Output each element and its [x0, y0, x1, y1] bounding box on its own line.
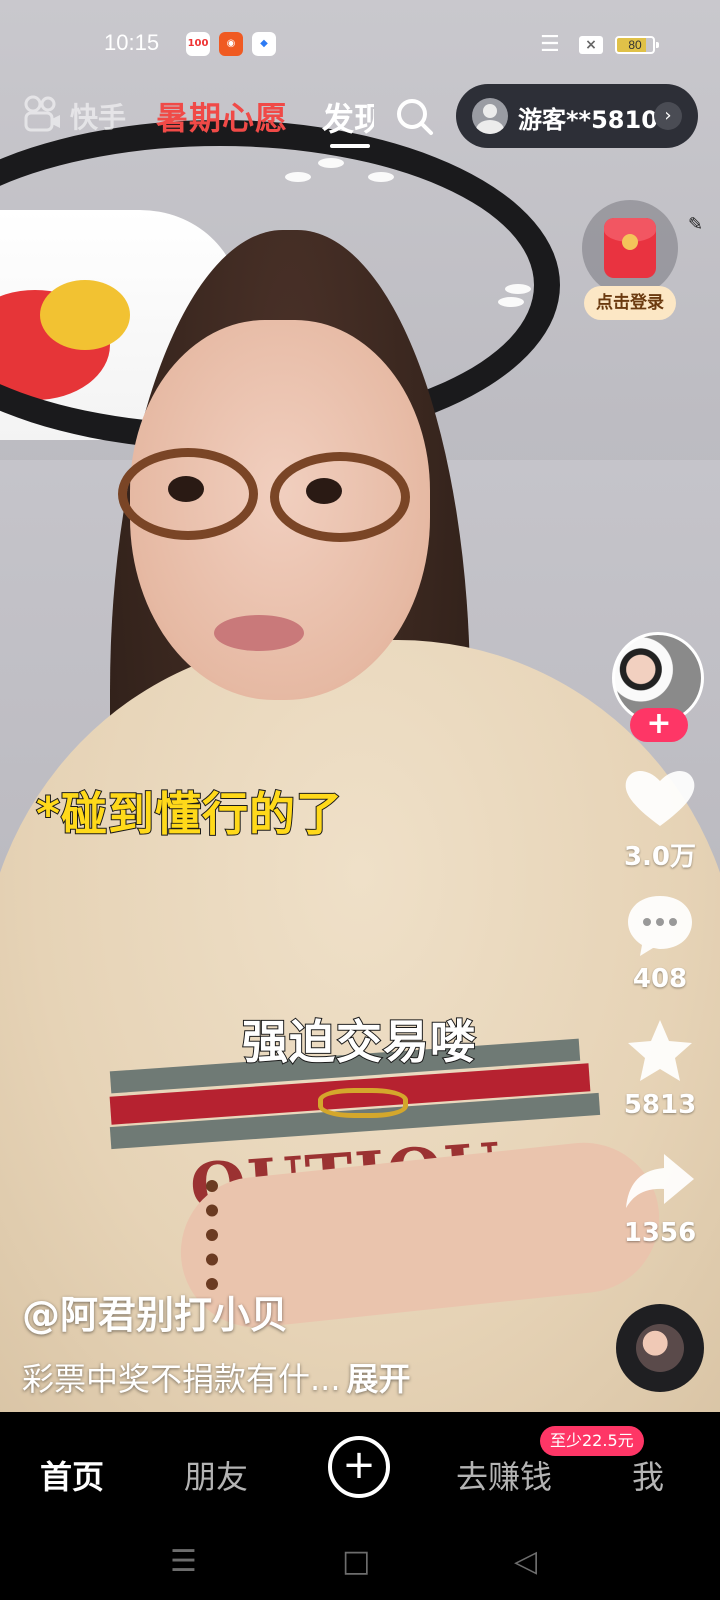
description-text: 彩票中奖不捐款有什... [22, 1360, 341, 1398]
guest-account-button[interactable]: 游客**5810 › [456, 84, 698, 148]
nav-friends[interactable]: 朋友 [184, 1452, 248, 1498]
home-square-icon[interactable]: □ [342, 1544, 370, 1579]
tab-summer-wish[interactable]: 暑期心愿 [156, 93, 288, 139]
search-icon[interactable] [394, 96, 434, 136]
author-name[interactable]: @阿君别打小贝 [22, 1284, 288, 1339]
no-sim-icon: × [579, 36, 603, 54]
person-lips [214, 615, 304, 651]
star-icon[interactable] [620, 1016, 700, 1086]
follow-button[interactable]: + [630, 708, 688, 742]
battery-icon: 80 [615, 36, 659, 54]
status-bar: 10:15 100 ◉ ◆ ☰ × 80 [0, 22, 720, 68]
tab-discover[interactable]: 发现 [322, 94, 374, 140]
bead-bracelet [206, 1180, 248, 1290]
expand-link[interactable]: 展开 [347, 1360, 411, 1398]
nav-home[interactable]: 首页 [40, 1452, 104, 1498]
nav-me[interactable]: 我 [632, 1452, 664, 1498]
pin-icon: ✎ [688, 214, 704, 235]
favorite-count: 5813 [623, 1090, 697, 1120]
back-triangle-icon[interactable]: ◁ [514, 1544, 537, 1579]
share-count: 1356 [623, 1218, 697, 1248]
video-caption-top: *碰到懂行的了 [35, 786, 344, 842]
100-app-icon: 100 [186, 32, 210, 56]
nav-earn[interactable]: 去赚钱 [456, 1452, 552, 1498]
glasses-lens [270, 452, 410, 542]
ceiling-lamp [368, 172, 394, 182]
video-description[interactable]: 彩票中奖不捐款有什... 展开 [22, 1354, 411, 1400]
kuaishou-logo-icon [24, 95, 60, 132]
comment-icon[interactable] [620, 890, 700, 960]
guest-name: 游客**5810 [518, 106, 658, 134]
heart-icon[interactable] [620, 764, 700, 834]
glasses-lens [118, 448, 258, 540]
create-button[interactable]: + [328, 1436, 390, 1498]
status-time: 10:15 [104, 30, 160, 55]
app-logo-text: 快手 [70, 101, 127, 134]
video-caption-mid: 强迫交易喽 [241, 1014, 477, 1070]
blue-app-icon: ◆ [252, 32, 276, 56]
ceiling-lamp [505, 284, 531, 294]
system-navigation-bar: ☰ □ ◁ [0, 1532, 720, 1600]
shirt-buckle-graphic [318, 1088, 408, 1118]
menu-icon[interactable]: ☰ [170, 1544, 197, 1579]
like-count: 3.0万 [623, 842, 697, 872]
music-disc-cover [636, 1324, 684, 1372]
ceiling-lamp [318, 158, 344, 168]
share-icon[interactable] [620, 1146, 700, 1216]
login-badge: 点击登录 [584, 286, 676, 320]
chevron-right-icon: › [654, 102, 682, 130]
comment-count: 408 [632, 964, 688, 994]
red-envelope-promo[interactable]: 点击登录 [580, 200, 680, 330]
ceiling-lamp [498, 297, 524, 307]
red-envelope-icon [604, 218, 656, 278]
wifi-icon: ☰ [540, 32, 560, 57]
bottom-navigation: 首页 朋友 + 去赚钱 至少22.5元 我 [0, 1412, 720, 1532]
avatar [472, 98, 508, 134]
active-tab-indicator [330, 144, 370, 148]
ceiling-lamp [285, 172, 311, 182]
earn-reward-badge: 至少22.5元 [540, 1426, 644, 1456]
music-disc[interactable] [616, 1304, 704, 1392]
kuaishou-app-icon: ◉ [219, 32, 243, 56]
